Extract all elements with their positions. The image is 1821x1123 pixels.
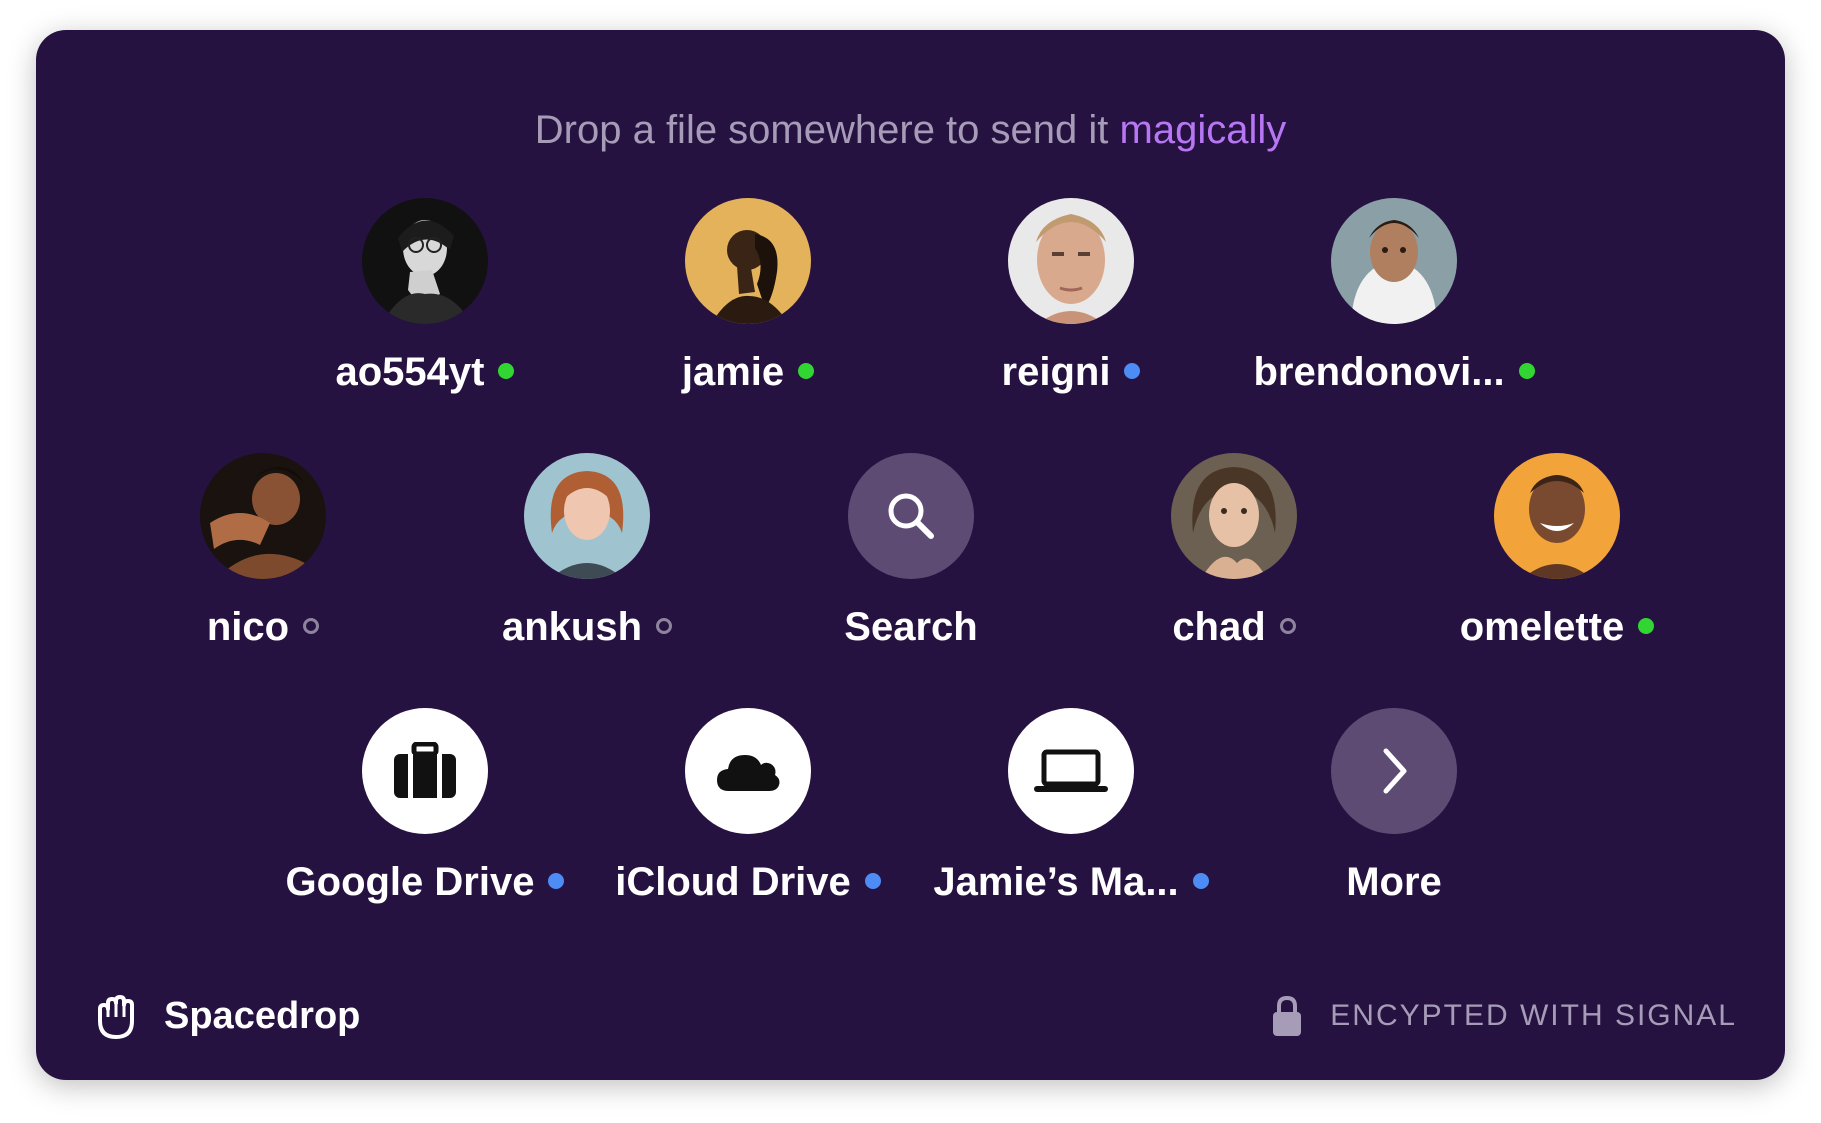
contact-name: brendonovi... [1229,350,1559,395]
avatar [362,198,488,324]
avatar [1331,198,1457,324]
avatar [1171,453,1297,579]
status-offline-dot [1279,618,1296,635]
jamies-mac-button[interactable] [1008,708,1134,834]
search-tile[interactable]: Search [746,453,1076,683]
destination-tile-icloud-drive[interactable]: iCloud Drive [583,708,913,938]
chevron-right-icon [1383,748,1407,794]
headline-text: Drop a file somewhere to send it [534,108,1120,152]
status-device-dot [864,873,881,890]
status-device-dot [1192,873,1209,890]
contact-tile-jamie[interactable]: jamie [583,198,913,428]
laptop-icon [1034,749,1108,792]
contact-tile-nico[interactable]: nico [98,453,428,683]
hand-icon [98,995,134,1039]
lock-icon [1273,995,1302,1036]
status-device-dot [548,873,565,890]
search-button[interactable] [848,453,974,579]
more-tile[interactable]: More [1229,708,1559,938]
status-device-dot [1124,363,1141,380]
more-button[interactable] [1331,708,1457,834]
destination-tile-jamies-mac[interactable]: Jamie’s Ma... [906,708,1236,938]
avatar [524,453,650,579]
headline-accent: magically [1119,108,1287,152]
google-drive-button[interactable] [362,708,488,834]
contact-tile-chad[interactable]: chad [1069,453,1399,683]
contact-name: jamie [583,350,913,395]
contact-tile-brendonovi[interactable]: brendonovi... [1229,198,1559,428]
cloud-icon [717,755,780,791]
footer-brand: Spacedrop [92,988,360,1044]
avatar [685,198,811,324]
status-online-dot [798,363,815,380]
status-offline-dot [303,618,320,635]
status-online-dot [1638,618,1655,635]
status-online-dot [1518,363,1535,380]
more-label: More [1346,860,1442,904]
search-label: Search [844,605,978,649]
contact-name: omelette [1392,605,1722,650]
status-online-dot [498,363,515,380]
destination-name: Google Drive [260,860,590,905]
spacedrop-panel: Drop a file somewhere to send it magical… [36,30,1785,1080]
briefcase-icon [394,742,456,798]
contact-name: reigni [906,350,1236,395]
status-offline-dot [656,618,673,635]
destination-tile-google-drive[interactable]: Google Drive [260,708,590,938]
brand-name: Spacedrop [164,994,361,1037]
icloud-drive-button[interactable] [685,708,811,834]
search-icon [888,493,934,539]
contact-tile-reigni[interactable]: reigni [906,198,1236,428]
avatar [200,453,326,579]
contact-name: nico [98,605,428,650]
destination-name: Jamie’s Ma... [906,860,1236,905]
destination-name: iCloud Drive [583,860,913,905]
encryption-status: ENCYPTED WITH SIGNAL [1272,988,1737,1044]
contact-tile-ankush[interactable]: ankush [422,453,752,683]
avatar [1494,453,1620,579]
encryption-text: ENCYPTED WITH SIGNAL [1330,999,1737,1032]
headline: Drop a file somewhere to send it magical… [36,108,1785,153]
contact-name: ankush [422,605,752,650]
avatar [1008,198,1134,324]
contact-name: ao554yt [260,350,590,395]
contact-name: chad [1069,605,1399,650]
contact-tile-omelette[interactable]: omelette [1392,453,1722,683]
contact-tile-ao554yt[interactable]: ao554yt [260,198,590,428]
